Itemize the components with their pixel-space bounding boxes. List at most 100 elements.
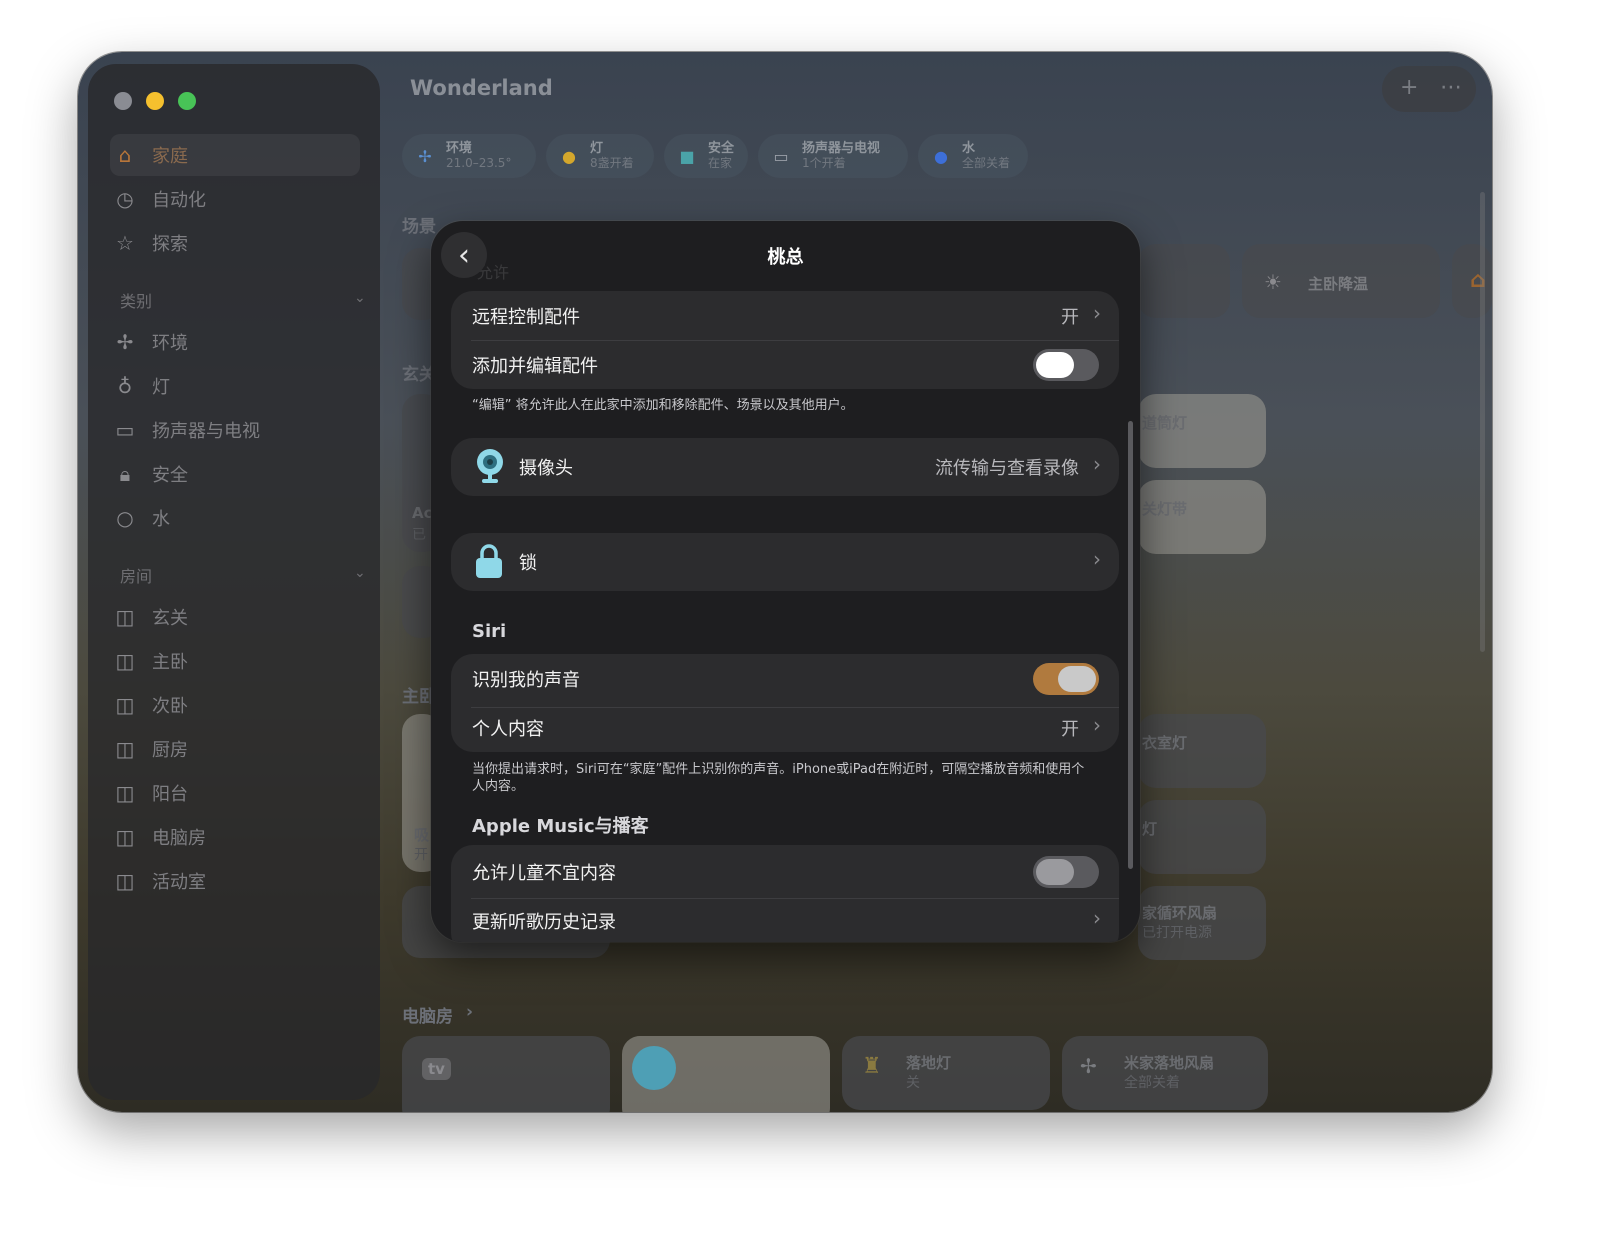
status-pill-speakers[interactable]: ▭ 扬声器与电视 1个开着 — [758, 134, 908, 178]
remote-control-row[interactable]: 远程控制配件 开 › — [451, 291, 1119, 340]
sidebar-item-label: 次卧 — [152, 696, 188, 717]
toggle-knob — [1036, 859, 1074, 885]
drop-icon: ● — [934, 146, 948, 166]
sidebar-item-room[interactable]: ◫ 活动室 — [110, 860, 360, 902]
chevron-down-icon[interactable]: ⌄ — [354, 290, 366, 306]
pill-title: 水 — [962, 141, 976, 156]
room-icon: ◫ — [115, 693, 135, 717]
add-icon[interactable]: + — [1400, 75, 1418, 100]
row-value: 流传输与查看录像 — [935, 458, 1079, 479]
sidebar-item-water[interactable]: ○ 水 — [110, 497, 360, 539]
scene-tile[interactable] — [1138, 244, 1230, 318]
row-label: 锁 — [519, 553, 537, 574]
room-icon: ◫ — [115, 869, 135, 893]
sidebar-item-climate[interactable]: ✢ 环境 — [110, 321, 360, 363]
room-icon: ◫ — [115, 605, 135, 629]
tile-sub: 已 — [412, 527, 426, 543]
sidebar-item-room[interactable]: ◫ 次卧 — [110, 684, 360, 726]
house-icon: ⌂ — [118, 143, 132, 167]
appletv-icon: tv — [422, 1058, 451, 1080]
pill-sub: 在家 — [708, 156, 733, 170]
sidebar-item-label: 探索 — [152, 234, 188, 255]
minimize-window-button[interactable] — [146, 92, 164, 110]
fan-warning-icon: ✢ — [1080, 1054, 1097, 1078]
sidebar-item-home[interactable]: ⌂ 家庭 — [110, 134, 360, 176]
status-pill-water[interactable]: ● 水全部关着 — [918, 134, 1028, 178]
tile-label: 道筒灯 — [1142, 414, 1188, 432]
room-icon: ◫ — [115, 737, 135, 761]
add-edit-toggle[interactable] — [1033, 349, 1099, 381]
tile-sub: 全部关着 — [1124, 1075, 1180, 1091]
toggle-knob — [1036, 352, 1074, 378]
fan-icon: ✢ — [418, 146, 432, 166]
toolbar-buttons: + ⋯ — [1382, 66, 1476, 112]
lock-icon: ■ — [679, 146, 695, 166]
tile-sub: 已打开电源 — [1142, 925, 1212, 941]
update-history-row[interactable]: 更新听歌历史记录 › — [451, 896, 1119, 942]
sidebar: ⌂ 家庭 ◷ 自动化 ☆ 探索 类别 ⌄ ✢ 环境 ♁ 灯 ▭ 扬声器与电视 🔒… — [88, 64, 380, 1100]
maximize-window-button[interactable] — [178, 92, 196, 110]
recognize-voice-toggle[interactable] — [1033, 663, 1099, 695]
sidebar-item-room[interactable]: ◫ 厨房 — [110, 728, 360, 770]
tile-label: 关灯带 — [1142, 500, 1188, 518]
chevron-right-icon[interactable]: › — [466, 1002, 473, 1022]
camera-icon — [477, 449, 503, 483]
sidebar-item-room[interactable]: ◫ 电脑房 — [110, 816, 360, 858]
sun-icon: ☀ — [1264, 270, 1282, 294]
monitor-icon — [632, 1046, 676, 1090]
sidebar-item-discover[interactable]: ☆ 探索 — [110, 222, 360, 264]
sidebar-item-label: 安全 — [152, 465, 188, 486]
tile-label: tv — [428, 1060, 445, 1078]
add-edit-row: 添加并编辑配件 — [451, 340, 1119, 389]
sidebar-item-lights[interactable]: ♁ 灯 — [110, 365, 360, 407]
lamp-icon: ♜ — [862, 1054, 882, 1079]
chevron-down-icon[interactable]: ⌄ — [354, 565, 366, 581]
lock-row[interactable]: 锁 › — [451, 537, 1119, 586]
close-window-button[interactable] — [114, 92, 132, 110]
camera-row[interactable]: 摄像头 流传输与查看录像 › — [451, 442, 1119, 491]
lock-group: 锁 › — [451, 533, 1119, 591]
explicit-content-toggle[interactable] — [1033, 856, 1099, 888]
sidebar-item-label: 玄关 — [152, 608, 188, 629]
sidebar-item-security[interactable]: 🔒︎ 安全 — [110, 453, 360, 495]
status-pill-security[interactable]: ■ 安全 在家 — [664, 134, 748, 178]
chevron-right-icon: › — [1093, 906, 1101, 930]
sidebar-item-label: 水 — [152, 509, 170, 530]
accessory-tile-light[interactable] — [1138, 800, 1266, 874]
rooms-header: 房间 — [120, 567, 153, 586]
lightbulb-icon: ● — [562, 146, 576, 166]
row-label: 摄像头 — [519, 458, 573, 479]
sidebar-item-speakers-tv[interactable]: ▭ 扬声器与电视 — [110, 409, 360, 451]
fan-icon: ✢ — [116, 330, 134, 354]
main-scrollbar[interactable] — [1480, 192, 1485, 652]
chevron-right-icon: › — [1093, 713, 1101, 737]
row-label: 远程控制配件 — [472, 307, 580, 328]
sidebar-item-label: 灯 — [152, 377, 170, 398]
personal-content-row[interactable]: 个人内容 开 › — [451, 703, 1119, 752]
sidebar-item-label: 活动室 — [152, 872, 206, 893]
sidebar-item-label: 扬声器与电视 — [152, 421, 260, 442]
sidebar-item-label: 阳台 — [152, 784, 188, 805]
pill-sub: 21.0–23.5° — [446, 156, 512, 170]
tile-label: 衣室灯 — [1142, 734, 1188, 752]
chevron-right-icon: › — [1093, 452, 1101, 476]
sidebar-item-room[interactable]: ◫ 主卧 — [110, 640, 360, 682]
tile-label: 灯 — [1142, 820, 1158, 838]
sidebar-item-room[interactable]: ◫ 玄关 — [110, 596, 360, 638]
sheet-scrollbar[interactable] — [1128, 421, 1133, 869]
more-icon[interactable]: ⋯ — [1440, 75, 1462, 100]
music-header: Apple Music与播客 — [472, 816, 649, 837]
status-pill-climate[interactable]: ✢ 环境 21.0–23.5° — [402, 134, 536, 178]
sidebar-item-room[interactable]: ◫ 阳台 — [110, 772, 360, 814]
siri-group: 识别我的声音 个人内容 开 › — [451, 654, 1119, 752]
row-value: 开 — [1061, 719, 1079, 740]
sidebar-item-automation[interactable]: ◷ 自动化 — [110, 178, 360, 220]
pill-sub: 全部关着 — [962, 156, 1011, 170]
home-title: Wonderland — [410, 76, 553, 100]
sheet-title: 桃总 — [767, 247, 804, 268]
tv-speaker-icon: ▭ — [773, 146, 789, 166]
row-label: 个人内容 — [472, 719, 544, 740]
room-icon: ◫ — [115, 649, 135, 673]
recognize-voice-row: 识别我的声音 — [451, 654, 1119, 703]
status-pill-lights[interactable]: ● 灯 8盏开着 — [546, 134, 654, 178]
